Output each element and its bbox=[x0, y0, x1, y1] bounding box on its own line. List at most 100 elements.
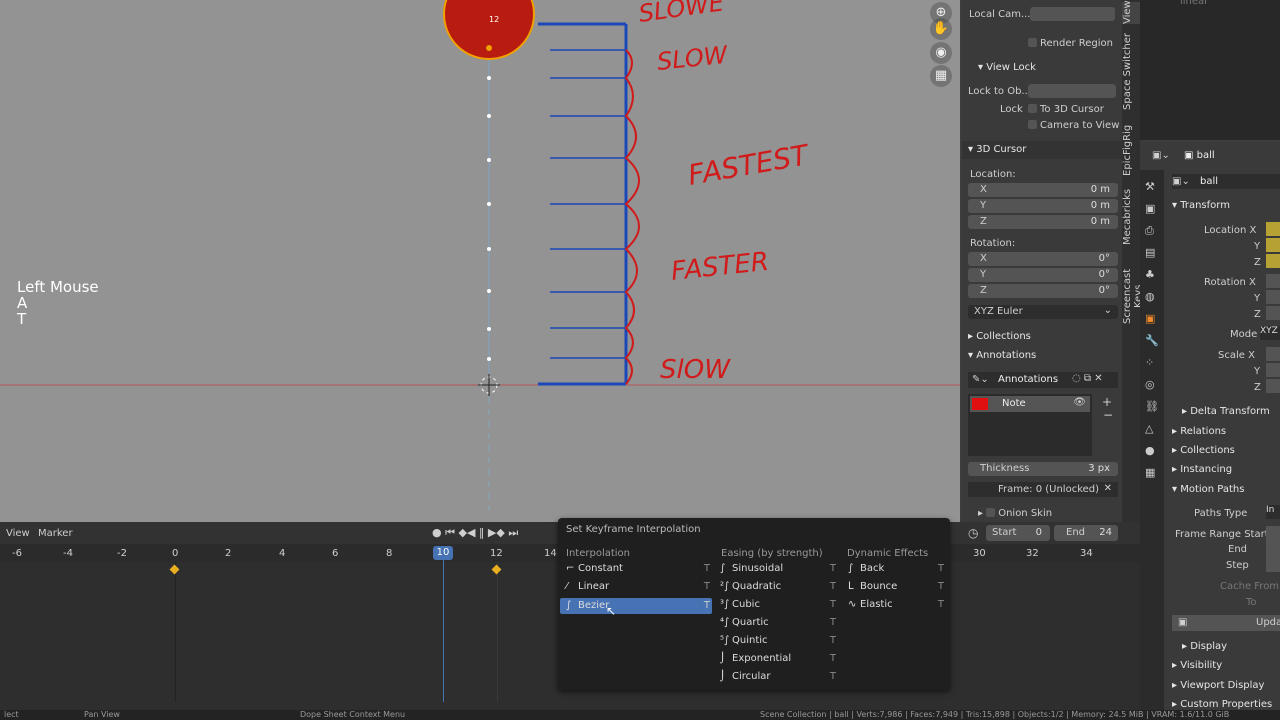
location-y-field[interactable] bbox=[1266, 238, 1280, 252]
location-z-field[interactable] bbox=[1266, 254, 1280, 268]
visibility-header[interactable]: ▸ Visibility bbox=[1172, 660, 1222, 671]
menu-item-elastic[interactable]: ∿ Elastic T bbox=[848, 599, 946, 610]
annotations-header[interactable]: ▾ Annotations bbox=[968, 350, 1036, 361]
menu-item-cubic[interactable]: ³∫ Cubic T bbox=[720, 599, 838, 610]
viewport-display-header[interactable]: ▸ Viewport Display bbox=[1172, 680, 1264, 691]
menu-item-sinusoidal[interactable]: ∫ Sinusoidal T bbox=[720, 563, 838, 574]
rotation-y-label: Y bbox=[1254, 293, 1261, 304]
location-x-label: Location X bbox=[1204, 225, 1257, 236]
view-lock-header[interactable]: ▾ View Lock bbox=[978, 62, 1036, 73]
hand-icon[interactable]: ✋ bbox=[930, 18, 952, 40]
end-frame-field[interactable]: End 24 bbox=[1054, 525, 1118, 541]
cursor-rotation-y[interactable]: Y 0° bbox=[968, 268, 1118, 282]
add-layer-button[interactable]: + bbox=[1102, 395, 1112, 409]
menu-item-back[interactable]: ∫ Back T bbox=[848, 563, 946, 574]
close-icon: ✕ bbox=[1103, 483, 1112, 494]
rotation-y-field[interactable] bbox=[1266, 290, 1280, 304]
tab-epicfigrig[interactable]: EpicFigRig bbox=[1122, 122, 1140, 178]
physics-icon: ◎ bbox=[1145, 378, 1155, 391]
tab-screencast-keys[interactable]: Screencast Keys bbox=[1122, 256, 1144, 336]
scale-z-label: Z bbox=[1254, 382, 1261, 393]
camera-to-view-checkbox[interactable]: Camera to View bbox=[1028, 120, 1119, 131]
render-region-checkbox[interactable]: Render Region bbox=[1028, 38, 1113, 49]
onion-skin-checkbox[interactable]: ▸ Onion Skin bbox=[978, 508, 1052, 519]
scale-y-field[interactable] bbox=[1266, 363, 1280, 377]
display-header[interactable]: ▸ Display bbox=[1182, 641, 1227, 652]
status-bar: lect Pan View Dope Sheet Context Menu Sc… bbox=[0, 710, 1280, 720]
playback-controls[interactable]: ● ⏮ ◆◀ ‖ ▶◆ ⏭ bbox=[432, 526, 518, 540]
overlay-line-1: Left Mouse bbox=[17, 278, 99, 296]
annotation-layer-note[interactable]: Note 👁 bbox=[970, 396, 1090, 412]
camera-icon[interactable]: ◉ bbox=[930, 42, 952, 64]
thickness-field[interactable]: Thickness 3 px bbox=[968, 462, 1118, 476]
current-frame-indicator[interactable]: 10 bbox=[433, 546, 453, 560]
3d-viewport[interactable]: SLOWE SLOW FASTEST FASTER SlOW 12 Left M… bbox=[0, 0, 960, 522]
interpolation-header: Interpolation bbox=[566, 548, 630, 559]
paths-type-select[interactable]: In bbox=[1266, 505, 1280, 519]
object-name-field[interactable]: ▣⌄ ball bbox=[1172, 174, 1280, 189]
menu-item-linear[interactable]: ⁄ Linear T bbox=[560, 581, 712, 597]
screencast-keys-overlay: Left Mouse A T bbox=[17, 279, 99, 327]
cursor-location-x[interactable]: X0 m bbox=[968, 183, 1118, 197]
menu-item-constant[interactable]: ⌐ Constant T bbox=[560, 563, 712, 579]
cursor-location-y[interactable]: Y0 m bbox=[968, 199, 1118, 213]
easing-header: Easing (by strength) bbox=[721, 548, 823, 559]
rotation-mode-select[interactable]: XYZ Euler ⌄ bbox=[968, 305, 1118, 319]
scale-z-field[interactable] bbox=[1266, 379, 1280, 393]
frame-step-label: Step bbox=[1226, 560, 1249, 571]
menu-item-exponential[interactable]: ⌡ Exponential T bbox=[720, 653, 838, 664]
delta-transform-header[interactable]: ▸ Delta Transform bbox=[1182, 406, 1270, 417]
update-paths-button[interactable]: ▣ Upda bbox=[1172, 615, 1280, 631]
custom-properties-header[interactable]: ▸ Custom Properties bbox=[1172, 699, 1272, 710]
menu-item-bezier[interactable]: ∫ Bezier T bbox=[560, 598, 712, 614]
start-frame-field[interactable]: Start 0 bbox=[986, 525, 1050, 541]
to-3d-cursor-checkbox[interactable]: To 3D Cursor bbox=[1028, 104, 1104, 115]
frame-range-fields[interactable] bbox=[1266, 526, 1280, 572]
transform-header[interactable]: ▾ Transform bbox=[1172, 200, 1230, 211]
tab-space-switcher[interactable]: Space Switcher bbox=[1122, 32, 1140, 112]
material-icon: ● bbox=[1145, 444, 1155, 457]
annotations-datablock[interactable]: ✎⌄ Annotations ◌ ⧉ ✕ bbox=[968, 372, 1118, 388]
cache-to-label: To bbox=[1246, 597, 1257, 608]
scale-x-field[interactable] bbox=[1266, 347, 1280, 361]
grid-icon[interactable]: ▦ bbox=[930, 65, 952, 87]
collections-panel-header[interactable]: ▸ Collections bbox=[1172, 445, 1235, 456]
frame-twelve-line bbox=[497, 562, 498, 702]
relations-header[interactable]: ▸ Relations bbox=[1172, 426, 1226, 437]
annotation-layer-list[interactable]: Note 👁 bbox=[968, 394, 1092, 456]
instancing-header[interactable]: ▸ Instancing bbox=[1172, 464, 1232, 475]
view-layer-icon: ▤ bbox=[1145, 246, 1156, 259]
menu-item-quartic[interactable]: ⁴∫ Quartic T bbox=[720, 617, 838, 628]
cursor-location-z[interactable]: Z0 m bbox=[968, 215, 1118, 229]
motion-paths-header[interactable]: ▾ Motion Paths bbox=[1172, 484, 1244, 495]
cursor-rotation-x[interactable]: X 0° bbox=[968, 252, 1118, 266]
properties-tabs: ⚒ ▣ ⎙ ▤ ♣ ◍ ▣ 🔧 ⁘ ◎ ⛓ △ ● ▦ bbox=[1140, 170, 1164, 720]
timeline-marker-menu[interactable]: Marker bbox=[38, 528, 73, 539]
location-x-field[interactable] bbox=[1266, 222, 1280, 236]
menu-item-bounce[interactable]: ᒪ Bounce T bbox=[848, 581, 946, 592]
remove-layer-button[interactable]: − bbox=[1103, 408, 1113, 422]
cursor-rotation-z[interactable]: Z 0° bbox=[968, 284, 1118, 298]
timeline-view-menu[interactable]: View bbox=[6, 528, 30, 539]
rotation-z-field[interactable] bbox=[1266, 306, 1280, 320]
lock-to-object-field[interactable] bbox=[1028, 84, 1116, 98]
tab-view[interactable]: View bbox=[1122, 0, 1140, 24]
menu-item-quadratic[interactable]: ²∫ Quadratic T bbox=[720, 581, 838, 592]
collections-header[interactable]: ▸ Collections bbox=[968, 331, 1031, 342]
menu-item-quintic[interactable]: ⁵∫ Quintic T bbox=[720, 635, 838, 646]
tab-mecabricks[interactable]: Mecabricks bbox=[1122, 188, 1140, 246]
editor-type-icon[interactable]: ▣⌄ bbox=[1152, 150, 1170, 161]
menu-item-circular[interactable]: ⌡ Circular T bbox=[720, 671, 838, 682]
local-camera-label: Local Cam... bbox=[969, 9, 1031, 20]
location-z-label: Z bbox=[1254, 257, 1261, 268]
3d-cursor bbox=[478, 374, 500, 396]
rotation-mode-field[interactable]: XYZ bbox=[1260, 326, 1280, 340]
local-camera-field[interactable] bbox=[1030, 7, 1115, 21]
ruler-tick: 2 bbox=[225, 548, 232, 559]
frame-lock-field[interactable]: Frame: 0 (Unlocked) ✕ bbox=[968, 482, 1118, 497]
3d-cursor-header[interactable]: ▾ 3D Cursor bbox=[962, 141, 1122, 159]
paths-type-label: Paths Type bbox=[1194, 508, 1248, 519]
properties-tab-icons[interactable]: ⚒ ▣ ⎙ ▤ ♣ ◍ ▣ 🔧 ⁘ ◎ ⛓ △ ● ▦ bbox=[1145, 176, 1159, 484]
scale-x-label: Scale X bbox=[1218, 350, 1255, 361]
rotation-x-field[interactable] bbox=[1266, 274, 1280, 288]
